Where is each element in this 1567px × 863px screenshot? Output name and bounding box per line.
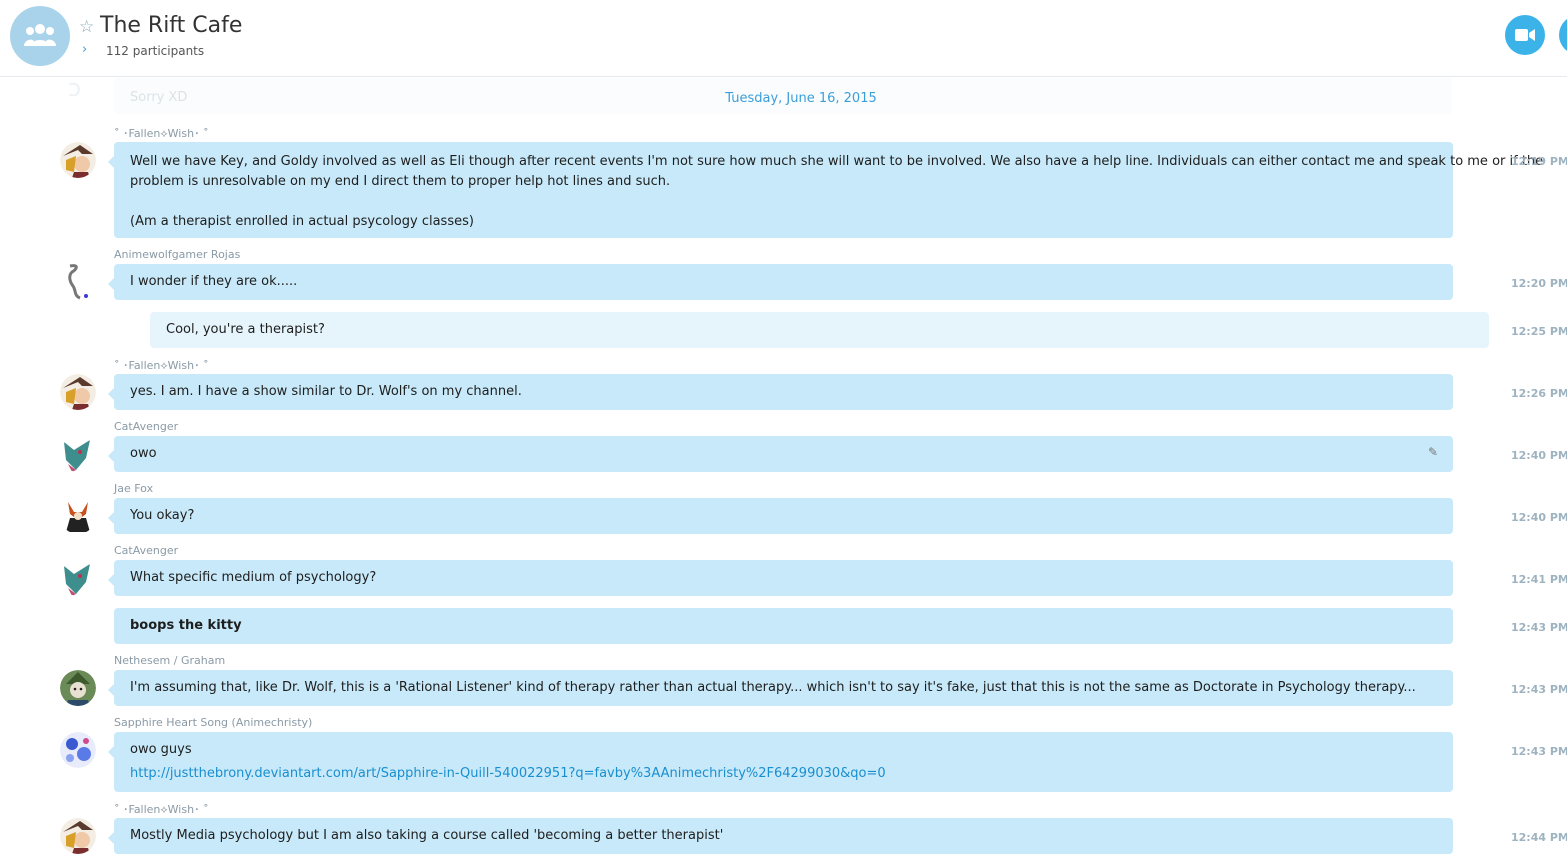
avatar[interactable] [60,560,96,596]
call-button[interactable] [1559,15,1567,55]
message-text: I'm assuming that, like Dr. Wolf, this i… [130,680,1416,695]
message-text: owo guys [130,742,192,757]
edited-pencil-icon: ✎ [1428,445,1439,459]
message-timestamp: 12:44 PM [1511,831,1567,844]
avatar[interactable] [60,436,96,472]
message-text: boops the kitty [130,618,242,633]
message-bubble[interactable]: I'm assuming that, like Dr. Wolf, this i… [108,670,1453,706]
message-bubble[interactable]: boops the kitty [114,608,1453,644]
message-sender[interactable]: Jae Fox [114,482,153,495]
message-sender[interactable]: Sapphire Heart Song (Animechristy) [114,716,312,729]
message-bubble[interactable]: I wonder if they are ok..... [108,264,1453,300]
message-timestamp: 12:20 PM [1511,277,1567,290]
message-timestamp: 12:40 PM [1511,449,1567,462]
message-text: owo [130,446,157,461]
avatar[interactable] [60,732,96,768]
message-bubble[interactable]: yes. I am. I have a show similar to Dr. … [108,374,1453,410]
message-text: Well we have Key, and Goldy involved as … [130,154,1544,169]
message-sender[interactable]: ˚ ･Fallen⟡Wish･ ˚ [114,125,209,141]
message-link[interactable]: http://justthebrony.deviantart.com/art/S… [130,762,1437,786]
avatar[interactable] [60,374,96,410]
avatar[interactable] [60,142,96,178]
message-timestamp: 12:43 PM [1511,621,1567,634]
message-text: Cool, you're a therapist? [166,322,325,337]
message-text: yes. I am. I have a show similar to Dr. … [130,384,522,399]
own-message-bubble[interactable]: Cool, you're a therapist? [150,312,1489,348]
message-bubble[interactable]: You okay? [108,498,1453,534]
message-text: You okay? [130,508,195,523]
message-timestamp: 12:26 PM [1511,387,1567,400]
message-bubble[interactable]: Well we have Key, and Goldy involved as … [108,142,1544,238]
avatar[interactable] [60,498,96,534]
video-call-button[interactable] [1505,15,1545,55]
message-text: Mostly Media psychology but I am also ta… [130,828,724,843]
date-separator: Tuesday, June 16, 2015 [725,91,877,106]
participants-count[interactable]: 112 participants [106,44,204,58]
message-sender[interactable]: CatAvenger [114,544,178,557]
message-bubble[interactable]: owo [108,436,1453,472]
message-sender[interactable]: ˚ ･Fallen⟡Wish･ ˚ [114,357,209,373]
message-sender[interactable]: Nethesem / Graham [114,654,225,667]
message-timestamp: 12:25 PM [1511,325,1567,338]
chevron-right-icon[interactable]: › [82,42,87,57]
message-bubble[interactable]: Mostly Media psychology but I am also ta… [108,818,1453,854]
message-timestamp: 12:41 PM [1511,573,1567,586]
message-text: (Am a therapist enrolled in actual psyco… [130,214,474,229]
message-sender[interactable]: Animewolfgamer Rojas [114,248,240,261]
video-camera-icon [1515,29,1535,41]
avatar[interactable] [60,264,96,300]
message-timestamp: 12:43 PM [1511,683,1567,696]
message-timestamp: 12:19 PM [1511,155,1567,168]
conversation-header: ☆ The Rift Cafe › 112 participants [0,0,1567,77]
avatar[interactable] [60,670,96,706]
conversation-title: The Rift Cafe [100,13,243,38]
message-sender[interactable]: CatAvenger [114,420,178,433]
message-bubble[interactable]: What specific medium of psychology? [108,560,1453,596]
message-bubble[interactable]: owo guys http://justthebrony.deviantart.… [108,732,1453,792]
favorite-star-icon[interactable]: ☆ [79,17,94,37]
avatar[interactable] [60,818,96,854]
message-timestamp: 12:40 PM [1511,511,1567,524]
message-text: problem is unresolvable on my end I dire… [130,174,671,189]
message-text: I wonder if they are ok..... [130,274,298,289]
group-icon [24,24,56,46]
message-text: What specific medium of psychology? [130,570,377,585]
message-sender[interactable]: ˚ ･Fallen⟡Wish･ ˚ [114,801,209,817]
group-avatar[interactable] [10,6,70,66]
message-timestamp: 12:43 PM [1511,745,1567,758]
